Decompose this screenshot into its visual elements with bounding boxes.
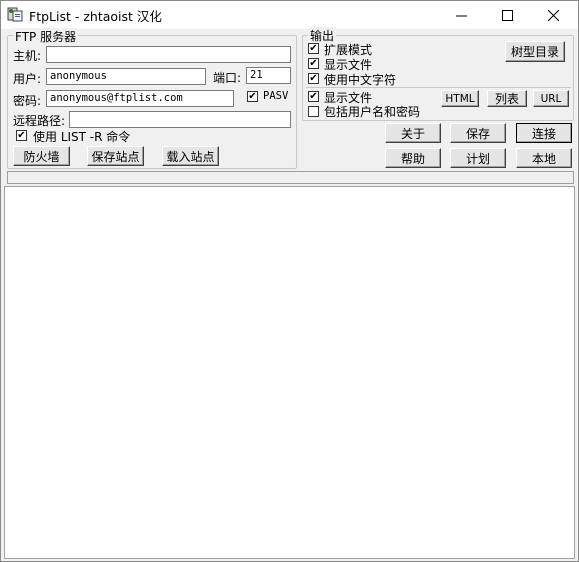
password-input[interactable]: anonymous@ftplist.com bbox=[46, 90, 234, 107]
include-credentials-checkbox[interactable] bbox=[308, 106, 319, 117]
pasv-checkbox[interactable]: ✔ bbox=[247, 91, 258, 102]
load-site-button[interactable]: 载入站点 bbox=[162, 146, 219, 166]
url-button[interactable]: URL bbox=[533, 90, 569, 107]
user-label: 用户: bbox=[13, 72, 42, 86]
list-button[interactable]: 列表 bbox=[487, 90, 527, 107]
show-files-2-checkbox[interactable]: ✔ bbox=[308, 91, 319, 102]
remote-path-label: 远程路径: bbox=[13, 114, 66, 128]
list-r-checkbox[interactable]: ✔ bbox=[16, 130, 27, 141]
local-button[interactable]: 本地 bbox=[516, 148, 572, 168]
app-window: FtpList - zhtaoist 汉化 FTP 服务器 主机: 用户: an… bbox=[0, 0, 579, 562]
window-title: FtpList - zhtaoist 汉化 bbox=[29, 9, 162, 24]
save-site-button[interactable]: 保存站点 bbox=[87, 146, 144, 166]
host-label: 主机: bbox=[13, 49, 42, 63]
status-bar bbox=[7, 171, 574, 184]
output-divider bbox=[306, 87, 571, 88]
host-input[interactable] bbox=[46, 46, 291, 63]
ftp-server-group-title: FTP 服务器 bbox=[13, 28, 79, 45]
firewall-button[interactable]: 防火墙 bbox=[13, 146, 70, 166]
remote-path-input[interactable] bbox=[69, 111, 291, 128]
pasv-label: PASV bbox=[263, 90, 289, 102]
include-credentials-label: 包括用户名和密码 bbox=[324, 105, 421, 119]
use-chinese-checkbox[interactable]: ✔ bbox=[308, 73, 319, 84]
help-button[interactable]: 帮助 bbox=[385, 148, 441, 168]
port-label: 端口: bbox=[213, 71, 242, 85]
html-button[interactable]: HTML bbox=[441, 90, 479, 107]
list-r-label: 使用 LIST -R 命令 bbox=[33, 130, 131, 144]
maximize-icon bbox=[501, 9, 513, 21]
schedule-button[interactable]: 计划 bbox=[450, 148, 506, 168]
save-button[interactable]: 保存 bbox=[450, 123, 506, 143]
connect-button[interactable]: 连接 bbox=[516, 123, 572, 143]
use-chinese-label: 使用中文字符 bbox=[324, 73, 397, 87]
ftplist-app-icon bbox=[7, 7, 23, 22]
maximize-button[interactable] bbox=[484, 1, 530, 29]
minimize-button[interactable] bbox=[438, 1, 484, 29]
minimize-icon bbox=[455, 15, 467, 16]
tree-view-button[interactable]: 树型目录 bbox=[505, 41, 565, 62]
close-button[interactable] bbox=[530, 1, 576, 29]
close-icon bbox=[547, 9, 559, 21]
output-content-area[interactable] bbox=[4, 186, 575, 559]
about-button[interactable]: 关于 bbox=[385, 123, 441, 143]
password-label: 密码: bbox=[13, 94, 42, 108]
user-input[interactable]: anonymous bbox=[46, 68, 206, 85]
port-input[interactable]: 21 bbox=[246, 67, 291, 84]
show-files-checkbox[interactable]: ✔ bbox=[308, 58, 319, 69]
extended-mode-checkbox[interactable]: ✔ bbox=[308, 43, 319, 54]
title-bar[interactable]: FtpList - zhtaoist 汉化 bbox=[1, 1, 578, 29]
